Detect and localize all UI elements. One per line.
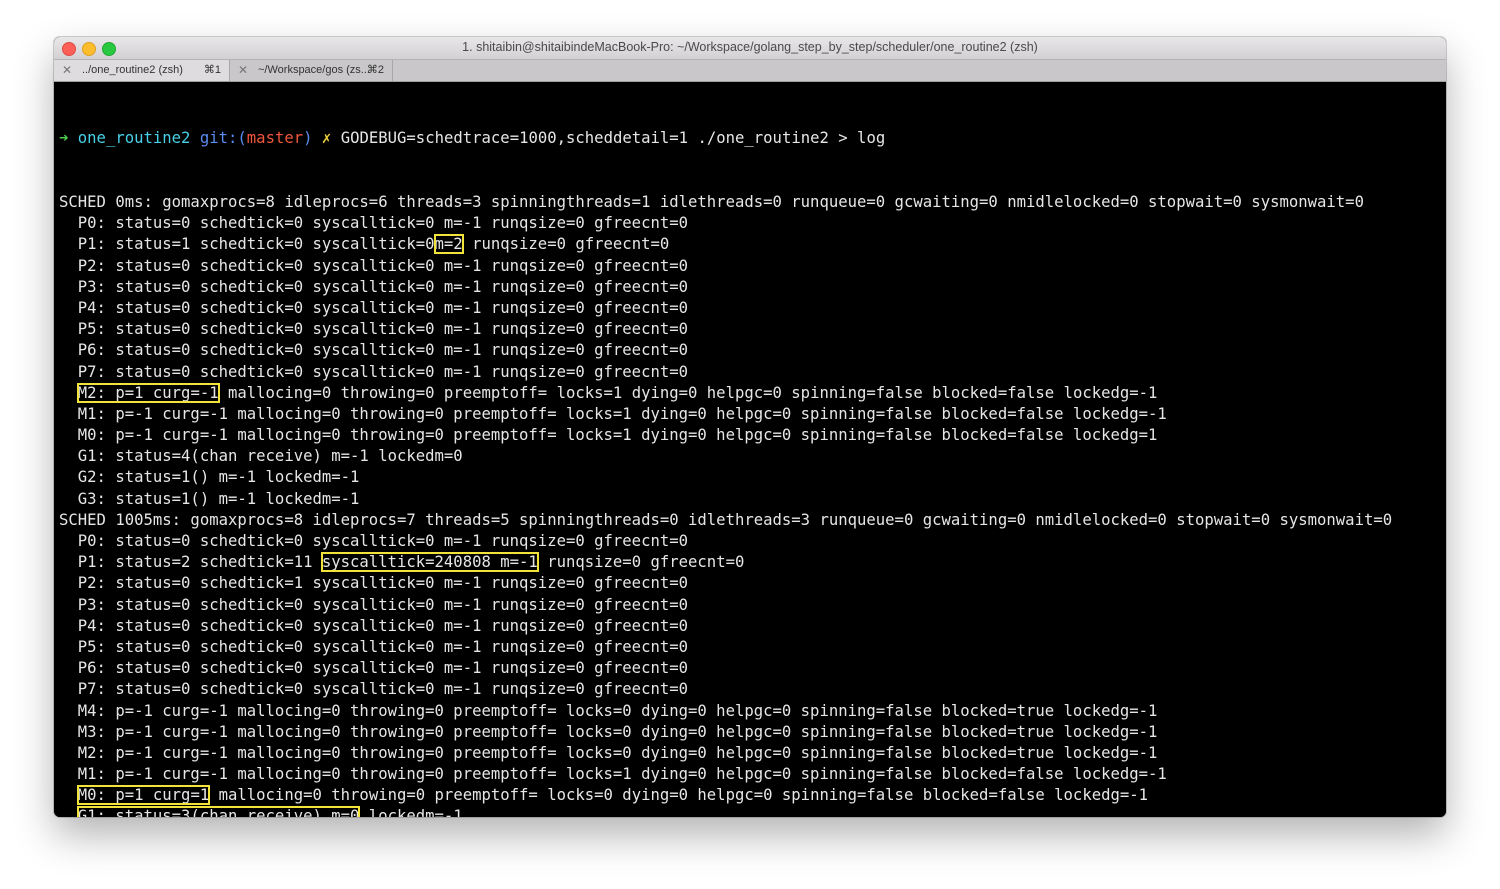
output-segment: G3: status=1() m=-1 lockedm=-1	[59, 489, 360, 508]
highlighted-segment: m=2	[433, 234, 464, 255]
output-line: P2: status=0 schedtick=0 syscalltick=0 m…	[59, 256, 1446, 277]
tab-one-routine2[interactable]: ✕ ../one_routine2 (zsh) ⌘1	[54, 60, 230, 81]
highlighted-segment: M0: p=1 curg=1	[76, 785, 211, 806]
highlighted-segment: syscalltick=240808 m=-1	[320, 552, 539, 573]
output-segment: P4: status=0 schedtick=0 syscalltick=0 m…	[59, 616, 689, 635]
output-line: P7: status=0 schedtick=0 syscalltick=0 m…	[59, 362, 1446, 383]
output-segment	[59, 807, 78, 817]
prompt-command: GODEBUG=schedtrace=1000,scheddetail=1 ./…	[340, 129, 886, 148]
prompt-arrow-icon: ➜	[59, 129, 69, 148]
output-line: M2: p=-1 curg=-1 mallocing=0 throwing=0 …	[59, 743, 1446, 764]
tab-shortcut: ⌘1	[203, 64, 221, 76]
output-segment: M1: p=-1 curg=-1 mallocing=0 throwing=0 …	[59, 404, 1167, 423]
highlighted-segment: M2: p=1 curg=-1	[76, 382, 220, 403]
prompt-git-prefix: git:(	[199, 129, 247, 148]
output-segment: G1: status=4(chan receive) m=-1 lockedm=…	[59, 447, 463, 466]
output-line: P7: status=0 schedtick=0 syscalltick=0 m…	[59, 679, 1446, 700]
output-segment: runqsize=0 gfreecnt=0	[462, 235, 670, 254]
output-segment: P0: status=0 schedtick=0 syscalltick=0 m…	[59, 214, 689, 233]
output-segment: mallocing=0 throwing=0 preemptoff= locks…	[218, 383, 1158, 402]
output-segment: SCHED 0ms: gomaxprocs=8 idleprocs=6 thre…	[59, 193, 1364, 211]
prompt-directory: one_routine2	[77, 129, 191, 148]
title-bar[interactable]: 1. shitaibin@shitaibindeMacBook-Pro: ~/W…	[54, 37, 1446, 60]
tab-bar: ✕ ../one_routine2 (zsh) ⌘1 ✕ ~/Workspace…	[54, 60, 1446, 82]
output-segment: P2: status=0 schedtick=1 syscalltick=0 m…	[59, 574, 689, 593]
output-segment	[59, 786, 78, 804]
output-segment: P2: status=0 schedtick=0 syscalltick=0 m…	[59, 256, 689, 275]
output-line: P4: status=0 schedtick=0 syscalltick=0 m…	[59, 298, 1446, 319]
output-segment: P7: status=0 schedtick=0 syscalltick=0 m…	[59, 680, 689, 699]
output-line: P6: status=0 schedtick=0 syscalltick=0 m…	[59, 340, 1446, 361]
prompt-git-suffix: )	[303, 129, 313, 148]
tab-shortcut: ⌘2	[366, 64, 384, 76]
output-line: P1: status=1 schedtick=0 syscalltick=0m=…	[59, 234, 1446, 255]
output-segment: M0: p=-1 curg=-1 mallocing=0 throwing=0 …	[59, 426, 1158, 445]
output-segment: lockedm=-1	[359, 807, 463, 817]
output-segment: M2: p=-1 curg=-1 mallocing=0 throwing=0 …	[59, 743, 1158, 762]
output-segment: P1: status=1 schedtick=0 syscalltick=0	[59, 235, 435, 254]
output-segment: P3: status=0 schedtick=0 syscalltick=0 m…	[59, 277, 689, 296]
output-line: P3: status=0 schedtick=0 syscalltick=0 m…	[59, 595, 1446, 616]
output-line: P3: status=0 schedtick=0 syscalltick=0 m…	[59, 277, 1446, 298]
output-line: P2: status=0 schedtick=1 syscalltick=0 m…	[59, 573, 1446, 594]
output-line: M4: p=-1 curg=-1 mallocing=0 throwing=0 …	[59, 701, 1446, 722]
output-line: G3: status=1() m=-1 lockedm=-1	[59, 489, 1446, 510]
window-title: 1. shitaibin@shitaibindeMacBook-Pro: ~/W…	[462, 40, 1038, 54]
output-line: P1: status=2 schedtick=11 syscalltick=24…	[59, 552, 1446, 573]
output-segment: P7: status=0 schedtick=0 syscalltick=0 m…	[59, 362, 689, 381]
output-segment: mallocing=0 throwing=0 preemptoff= locks…	[209, 786, 1149, 805]
tab-workspace-gos[interactable]: ✕ ~/Workspace/gos (zs... ⌘2	[230, 60, 393, 81]
output-segment: runqsize=0 gfreecnt=0	[537, 553, 745, 572]
output-line: P0: status=0 schedtick=0 syscalltick=0 m…	[59, 531, 1446, 552]
prompt-branch: master	[246, 129, 304, 148]
output-line: M2: p=1 curg=-1 mallocing=0 throwing=0 p…	[59, 382, 1446, 404]
prompt-line: ➜ one_routine2 git:(master) ✗ GODEBUG=sc…	[59, 128, 1446, 149]
highlighted-segment: G1: status=3(chan receive) m=0	[76, 806, 361, 817]
output-line: M1: p=-1 curg=-1 mallocing=0 throwing=0 …	[59, 764, 1446, 785]
output-segment: M4: p=-1 curg=-1 mallocing=0 throwing=0 …	[59, 701, 1158, 720]
output-segment: P5: status=0 schedtick=0 syscalltick=0 m…	[59, 320, 689, 339]
output-line: M3: p=-1 curg=-1 mallocing=0 throwing=0 …	[59, 722, 1446, 743]
output-line: M0: p=-1 curg=-1 mallocing=0 throwing=0 …	[59, 425, 1446, 446]
output-segment: P0: status=0 schedtick=0 syscalltick=0 m…	[59, 532, 689, 550]
terminal-window: 1. shitaibin@shitaibindeMacBook-Pro: ~/W…	[54, 37, 1446, 817]
output-line: M1: p=-1 curg=-1 mallocing=0 throwing=0 …	[59, 404, 1446, 425]
output-segment: SCHED 1005ms: gomaxprocs=8 idleprocs=7 t…	[59, 510, 1393, 529]
output-segment	[59, 384, 78, 402]
output-line: M0: p=1 curg=1 mallocing=0 throwing=0 pr…	[59, 785, 1446, 806]
output-segment: P4: status=0 schedtick=0 syscalltick=0 m…	[59, 298, 689, 317]
output-line: G1: status=3(chan receive) m=0 lockedm=-…	[59, 806, 1446, 817]
output-line: P5: status=0 schedtick=0 syscalltick=0 m…	[59, 637, 1446, 658]
dirty-mark-icon: ✗	[321, 129, 332, 148]
output-segment: P6: status=0 schedtick=0 syscalltick=0 m…	[59, 659, 689, 678]
output-line: P0: status=0 schedtick=0 syscalltick=0 m…	[59, 213, 1446, 234]
output-segment: M3: p=-1 curg=-1 mallocing=0 throwing=0 …	[59, 722, 1158, 741]
output-line: G1: status=4(chan receive) m=-1 lockedm=…	[59, 446, 1446, 467]
output-line: P6: status=0 schedtick=0 syscalltick=0 m…	[59, 658, 1446, 679]
output-segment: M1: p=-1 curg=-1 mallocing=0 throwing=0 …	[59, 765, 1167, 784]
close-tab-icon[interactable]: ✕	[238, 60, 248, 81]
output-line: SCHED 1005ms: gomaxprocs=8 idleprocs=7 t…	[59, 510, 1446, 531]
output-segment: P1: status=2 schedtick=11	[59, 553, 322, 572]
output-segment: P3: status=0 schedtick=0 syscalltick=0 m…	[59, 595, 689, 614]
output-line: P5: status=0 schedtick=0 syscalltick=0 m…	[59, 319, 1446, 340]
tab-label: ~/Workspace/gos (zs...	[258, 64, 370, 76]
output-segment: P6: status=0 schedtick=0 syscalltick=0 m…	[59, 341, 689, 360]
output-line: SCHED 0ms: gomaxprocs=8 idleprocs=6 thre…	[59, 192, 1446, 213]
tab-label: ../one_routine2 (zsh)	[82, 64, 183, 76]
output-line: P4: status=0 schedtick=0 syscalltick=0 m…	[59, 616, 1446, 637]
output-segment: P5: status=0 schedtick=0 syscalltick=0 m…	[59, 637, 689, 656]
terminal-output[interactable]: ➜ one_routine2 git:(master) ✗ GODEBUG=sc…	[54, 82, 1446, 817]
output-line: G2: status=1() m=-1 lockedm=-1	[59, 467, 1446, 488]
output-segment: G2: status=1() m=-1 lockedm=-1	[59, 468, 360, 487]
close-tab-icon[interactable]: ✕	[62, 60, 72, 81]
